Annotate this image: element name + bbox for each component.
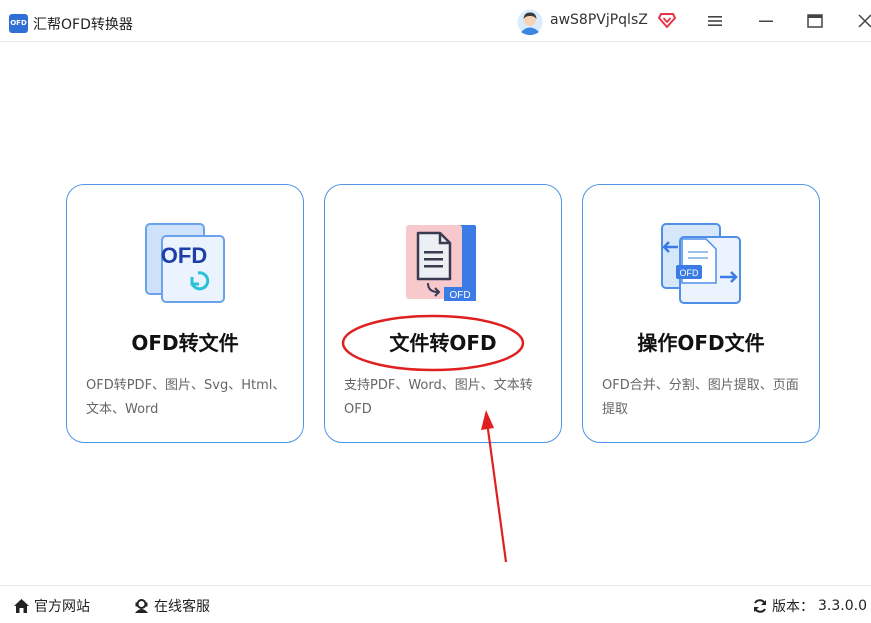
version-number: 3.3.0.0 [818,598,867,614]
maximize-icon[interactable] [806,12,824,30]
card-description: OFD合并、分割、图片提取、页面提取 [602,378,799,417]
username-label[interactable]: awS8PVjPqlsZ [550,12,648,28]
support-label: 在线客服 [154,599,210,615]
app-title: 汇帮OFD转换器 [33,17,133,33]
svg-text:OFD: OFD [161,243,207,268]
status-bar: 官方网站 在线客服 版本： 3.3.0.0 [0,585,871,623]
svg-text:OFD: OFD [680,268,699,278]
close-icon[interactable] [856,12,871,30]
minimize-icon[interactable] [757,12,775,30]
home-icon [14,599,29,613]
avatar-icon[interactable] [517,9,543,35]
support-link[interactable]: 在线客服 [133,596,210,616]
annotation-arrow [485,421,508,563]
card-title: OFD转文件 [131,331,239,355]
card-ofd-to-file[interactable]: OFD OFD转文件 OFD转PDF、图片、Svg、Html、文本、Word [66,184,304,443]
card-description: 支持PDF、Word、图片、文本转OFD [344,378,533,417]
ofd-convert-icon: OFD [145,223,225,303]
card-title: 操作OFD文件 [637,331,765,355]
website-link[interactable]: 官方网站 [13,596,90,616]
card-operate-ofd[interactable]: OFD 操作OFD文件 OFD合并、分割、图片提取、页面提取 [582,184,820,443]
card-title: 文件转OFD [389,331,497,355]
version-label: 版本： [772,599,815,615]
app-logo-icon: OFD [9,14,28,33]
website-label: 官方网站 [34,599,90,615]
file-to-ofd-icon: OFD [406,225,476,301]
refresh-icon [754,599,767,613]
card-description: OFD转PDF、图片、Svg、Html、文本、Word [86,378,286,417]
title-bar: OFD 汇帮OFD转换器 awS8PVjPqlsZ [0,0,871,42]
headset-icon [135,599,148,613]
menu-icon[interactable] [706,12,724,30]
card-file-to-ofd[interactable]: OFD 文件转OFD 支持PDF、Word、图片、文本转OFD [324,184,562,443]
ofd-operate-icon: OFD [661,223,741,304]
vip-diamond-icon[interactable] [658,11,676,29]
app-window: OFD 汇帮OFD转换器 awS8PVjPqlsZ OFD OFD转文件 OFD… [0,0,871,623]
version-info[interactable]: 版本： 3.3.0.0 [752,596,867,616]
svg-text:OFD: OFD [449,290,470,301]
